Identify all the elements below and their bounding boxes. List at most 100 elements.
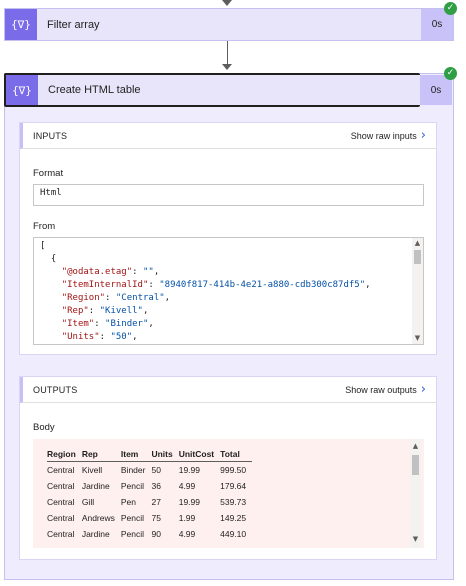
filter-array-icon: {∇} [5, 9, 37, 40]
scroll-down-icon[interactable]: ▼ [412, 333, 423, 344]
table-cell: Pen [120, 497, 137, 507]
table-cell: 75 [151, 513, 161, 523]
body-output-box: Region Rep Item Units UnitCost Total Central K… [33, 439, 424, 548]
code-line: [ [40, 240, 423, 253]
code-token: "Central" [115, 293, 165, 303]
code-token: : [132, 267, 143, 277]
format-value: Html [40, 188, 62, 198]
outputs-title: OUTPUTS [33, 384, 78, 395]
table-header-cell: Rep [81, 447, 121, 462]
from-label: From [33, 221, 56, 232]
create-html-table-action[interactable]: {∇} Create HTML table 0s [6, 75, 452, 105]
code-token: : [88, 306, 100, 316]
from-scrollbar[interactable]: ▲ ▼ [412, 238, 423, 344]
scroll-up-icon[interactable]: ▲ [410, 441, 421, 452]
table-header-cell: Item [120, 447, 152, 462]
table-cell: 50 [151, 465, 161, 475]
from-code-box[interactable]: [ { "@odata.etag": "", "ItemInternalId":… [33, 237, 424, 345]
code-line: { [40, 253, 423, 266]
table-cell: 90 [151, 529, 161, 539]
outputs-panel-header: OUTPUTS Show raw outputs › [20, 377, 436, 403]
code-token: "@odata.etag" [61, 267, 133, 277]
table-cell: Pencil [120, 529, 145, 539]
table-cell: Jardine [81, 481, 110, 491]
code-token: { [40, 254, 57, 264]
create-html-table-success-icon: ✓ [444, 67, 457, 80]
table-cell: Central [47, 481, 75, 491]
table-cell: 4.99 [178, 529, 196, 539]
code-line: "@odata.etag": "", [40, 266, 423, 279]
body-label: Body [33, 422, 55, 433]
code-token: , [148, 319, 154, 329]
code-token: "8940f817-414b-4e21-a880-cdb300c87df5" [159, 280, 366, 290]
scroll-up-icon[interactable]: ▲ [412, 238, 423, 249]
table-row: Central Jardine Pencil 90 4.99 449.10 [47, 526, 252, 542]
table-header-row: Region Rep Item Units UnitCost Total [47, 447, 253, 462]
filter-array-success-icon: ✓ [444, 2, 457, 15]
code-token: : [94, 319, 106, 329]
table-cell: 19.99 [178, 497, 200, 507]
table-cell: 149.25 [220, 513, 247, 523]
code-token: "Units" [61, 332, 100, 342]
connector-line [227, 41, 228, 66]
scroll-thumb[interactable] [414, 250, 421, 264]
table-cell: Gill [81, 497, 95, 507]
table-cell: 449.10 [220, 529, 247, 539]
code-token: "Region" [61, 293, 106, 303]
filter-array-action[interactable]: {∇} Filter array 0s [4, 8, 454, 41]
scroll-thumb[interactable] [412, 455, 419, 475]
code-token: : [105, 293, 116, 303]
table-cell: Central [47, 529, 75, 539]
table-cell: 999.50 [220, 465, 247, 475]
scroll-down-icon[interactable]: ▼ [410, 534, 421, 545]
connector-arrow [222, 64, 232, 70]
code-token: , [132, 332, 138, 342]
code-line: "Rep": "Kivell", [40, 305, 423, 318]
table-body: Central Kivell Binder 50 19.99 999.50 Central J… [47, 462, 252, 543]
code-token: , [164, 293, 171, 303]
code-token: , [365, 280, 371, 290]
code-token: "Item" [61, 319, 95, 329]
code-token: "Kivell" [99, 306, 143, 316]
table-row: Central Jardine Pencil 36 4.99 179.64 [47, 478, 252, 494]
show-raw-inputs-link[interactable]: Show raw inputs [351, 131, 417, 141]
code-token: [ [40, 241, 46, 251]
table-header-cell: UnitCost [178, 447, 221, 462]
table-cell: 27 [151, 497, 161, 507]
table-header-cell: Region [47, 447, 82, 462]
output-table: Region Rep Item Units UnitCost Total Central K… [47, 447, 253, 543]
from-code-lines: [ { "@odata.etag": "", "ItemInternalId":… [40, 240, 423, 344]
create-html-table-title: Create HTML table [48, 84, 141, 96]
code-token: , [153, 267, 160, 277]
table-cell: Central [47, 465, 75, 475]
body-scrollbar[interactable]: ▲ ▼ [410, 439, 421, 548]
chevron-right-icon[interactable]: › [421, 382, 426, 397]
code-token: "" [142, 267, 154, 277]
table-cell: Kivell [81, 465, 103, 475]
format-field[interactable]: Html [33, 184, 424, 206]
table-header-cell: Total [220, 447, 253, 462]
code-line: "Item": "Binder", [40, 318, 423, 331]
table-header-cell: Units [151, 447, 179, 462]
code-line: "ItemInternalId": "8940f817-414b-4e21-a8… [40, 279, 423, 292]
code-line: "Units": "50", [40, 331, 423, 344]
table-row: Central Gill Pen 27 19.99 539.73 [47, 494, 252, 510]
table-cell: 1.99 [178, 513, 196, 523]
table-cell: Central [47, 497, 75, 507]
table-cell: Andrews [81, 513, 115, 523]
table-cell: 179.64 [220, 481, 247, 491]
connector-arrow-top [222, 0, 232, 6]
inputs-title: INPUTS [33, 130, 68, 141]
create-html-table-icon: {∇} [6, 75, 38, 105]
filter-array-title: Filter array [47, 18, 100, 31]
chevron-right-icon[interactable]: › [421, 128, 426, 143]
code-token: : [99, 332, 111, 342]
code-token: , [142, 306, 149, 316]
table-cell: Binder [120, 465, 146, 475]
show-raw-outputs-link[interactable]: Show raw outputs [345, 385, 417, 395]
table-cell: 19.99 [178, 465, 200, 475]
